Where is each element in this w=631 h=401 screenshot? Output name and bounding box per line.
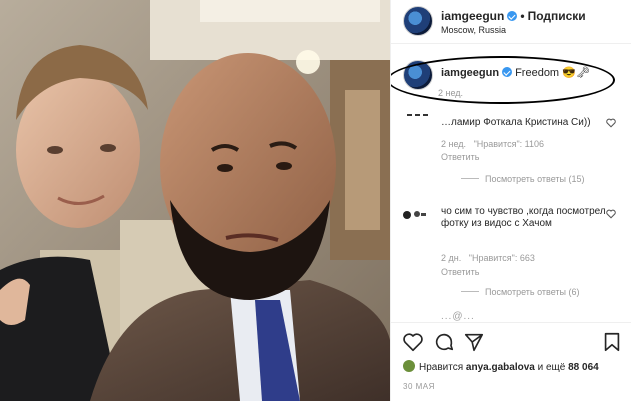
author-avatar[interactable] (403, 6, 433, 36)
likes-summary: Нравится anya.gabalova и ещё 88 064 (403, 360, 599, 373)
heart-icon[interactable] (402, 331, 424, 353)
post-photo (0, 0, 390, 401)
comment-like-heart-icon[interactable] (606, 118, 616, 128)
post-location[interactable]: Moscow, Russia (441, 25, 506, 35)
liker-avatar[interactable] (403, 360, 415, 372)
comment-icon[interactable] (433, 331, 455, 353)
partial-comment: ...@... (441, 311, 475, 322)
comment-likes[interactable]: "Нравится": 1106 (474, 139, 544, 149)
reply-button[interactable]: Ответить (441, 152, 479, 162)
comment-avatar[interactable] (403, 112, 433, 129)
post-actions-bar (391, 322, 631, 358)
verified-badge-icon (507, 11, 518, 21)
reply-button[interactable]: Ответить (441, 267, 479, 277)
comment-text: чо сим то чувство ,когда посмотрел фотку… (441, 206, 606, 229)
header-user-line: iamgeegun • Подписки (441, 9, 586, 23)
liker-username[interactable]: anya.gabalova (466, 362, 535, 373)
selfie-image (0, 0, 390, 401)
post-header: iamgeegun • Подписки Moscow, Russia (391, 0, 631, 44)
share-icon[interactable] (463, 331, 485, 353)
likes-prefix: Нравится (419, 362, 464, 373)
comment-text: …ламир Фоткала Кристина Си)) (441, 117, 591, 128)
comment-meta: 2 нед. "Нравится": 1106 (441, 139, 544, 149)
view-replies-button[interactable]: Посмотреть ответы (6) (461, 287, 580, 297)
comment-time[interactable]: 2 дн. (441, 253, 461, 263)
likes-count[interactable]: 88 064 (568, 362, 599, 373)
bookmark-icon[interactable] (601, 331, 623, 353)
highlight-ellipse (391, 56, 615, 104)
follow-status-button[interactable]: Подписки (528, 9, 586, 23)
comment-time[interactable]: 2 нед. (441, 139, 466, 149)
comment-like-heart-icon[interactable] (606, 209, 616, 219)
comment-likes[interactable]: "Нравится": 663 (469, 253, 535, 263)
comment-avatar[interactable] (401, 204, 427, 226)
post-date[interactable]: 30 МАЯ (403, 382, 435, 391)
post-sidebar: iamgeegun • Подписки Moscow, Russia iamgee… (390, 0, 631, 401)
header-separator: • (520, 9, 525, 23)
view-replies-button[interactable]: Посмотреть ответы (15) (461, 174, 585, 184)
likes-suffix: и ещё (537, 362, 566, 373)
comment-meta: 2 дн. "Нравится": 663 (441, 253, 535, 263)
author-username[interactable]: iamgeegun (441, 9, 504, 23)
